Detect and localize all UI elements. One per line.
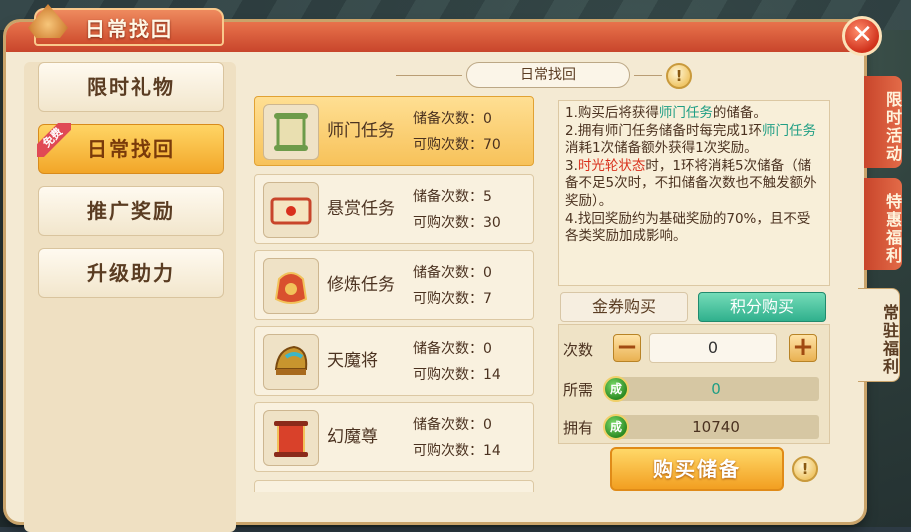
task-name: 师门任务	[327, 121, 395, 141]
desc-line-1: 1.购买后将获得师门任务的储备。	[565, 105, 767, 121]
red-scroll-icon	[263, 410, 319, 466]
bounty-scroll-icon	[263, 182, 319, 238]
window-title: 日常找回	[85, 17, 173, 41]
task-card-huanmozun[interactable]: 幻魔尊 储备次数：0 可购次数：14	[254, 402, 534, 472]
cultivation-pouch-icon	[263, 258, 319, 314]
task-name: 悬赏任务	[327, 199, 395, 219]
title-tab: 日常找回	[28, 4, 224, 46]
menu-item-promotion-reward[interactable]: 推广奖励	[38, 186, 224, 236]
menu-item-limited-gift[interactable]: 限时礼物	[38, 62, 224, 112]
buyable-count: 可购次数：70	[413, 137, 501, 153]
buyable-count: 可购次数：7	[413, 291, 492, 307]
tab-points-purchase[interactable]: 积分购买	[698, 292, 826, 322]
buyable-count: 可购次数：14	[413, 443, 501, 459]
points-coin-icon: 成	[603, 376, 629, 402]
task-name: 修炼任务	[327, 275, 395, 295]
buyable-count: 可购次数：30	[413, 215, 501, 231]
description-box: 1.购买后将获得师门任务的储备。 2.拥有师门任务储备时每完成1环师门任务消耗1…	[558, 100, 830, 286]
menu-item-level-boost[interactable]: 升级助力	[38, 248, 224, 298]
task-card-tianmojiang[interactable]: 天魔将 储备次数：0 可购次数：14	[254, 326, 534, 396]
stored-count: 储备次数：0	[413, 341, 492, 357]
menu-item-label: 推广奖励	[87, 199, 175, 223]
menu-item-label: 升级助力	[87, 261, 175, 285]
demon-helmet-icon	[263, 334, 319, 390]
task-card-bounty[interactable]: 悬赏任务 储备次数：5 可购次数：30	[254, 174, 534, 244]
free-badge: 免费	[37, 123, 71, 157]
own-value: 10740	[613, 415, 819, 439]
task-card-shimen[interactable]: 师门任务 储备次数：0 可购次数：70	[254, 96, 534, 166]
count-input[interactable]: 0	[649, 333, 777, 363]
close-button[interactable]: ✕	[842, 16, 882, 56]
menu-item-label: 限时礼物	[87, 75, 175, 99]
task-name: 幻魔尊	[327, 427, 378, 447]
need-label: 所需	[563, 381, 594, 399]
task-name: 天魔将	[327, 351, 378, 371]
desc-line-2: 2.拥有师门任务储备时每完成1环师门任务消耗1次储备额外获得1次奖励。	[565, 122, 816, 157]
purchase-panel: 次数 − 0 + 所需 0 成 拥有 10740 成	[558, 324, 830, 444]
decrease-button[interactable]: −	[613, 334, 641, 362]
close-icon: ✕	[851, 20, 873, 50]
info-icon[interactable]: !	[792, 456, 818, 482]
tab-gold-purchase[interactable]: 金券购买	[560, 292, 688, 322]
task-card-cultivation[interactable]: 修炼任务 储备次数：0 可购次数：7	[254, 250, 534, 320]
desc-line-3: 3.时光轮状态时，1环将消耗5次储备（储备不足5次时，不扣储备次数也不触发额外奖…	[565, 157, 817, 209]
task-card-partial[interactable]	[254, 480, 534, 492]
info-icon[interactable]: !	[666, 63, 692, 89]
stored-count: 储备次数：0	[413, 417, 492, 433]
left-menu: 限时礼物 免费 日常找回 推广奖励 升级助力	[24, 62, 236, 532]
side-tab-limited-event[interactable]: 限时活动	[864, 76, 902, 168]
buy-reserve-button[interactable]: 购买储备	[610, 447, 784, 491]
menu-item-daily-recovery[interactable]: 免费 日常找回	[37, 123, 224, 174]
side-tab-special-offers[interactable]: 特惠福利	[864, 178, 902, 270]
increase-button[interactable]: +	[789, 334, 817, 362]
own-label: 拥有	[563, 419, 594, 437]
scroll-icon	[263, 104, 319, 160]
stored-count: 储备次数：5	[413, 189, 492, 205]
divider-line	[634, 75, 662, 76]
desc-line-4: 4.找回奖励约为基础奖励的70%，且不受各类奖励加成影响。	[565, 210, 811, 245]
menu-item-label: 日常找回	[87, 137, 175, 161]
count-label: 次数	[563, 341, 594, 359]
points-coin-icon: 成	[603, 414, 629, 440]
side-tab-permanent-welfare[interactable]: 常驻福利	[858, 288, 900, 382]
buyable-count: 可购次数：14	[413, 367, 501, 383]
stored-count: 储备次数：0	[413, 265, 492, 281]
need-value: 0	[613, 377, 819, 401]
stored-count: 储备次数：0	[413, 111, 492, 127]
task-list[interactable]: 师门任务 储备次数：0 可购次数：70 悬赏任务 储备次数：5 可购次数：30 …	[254, 72, 544, 492]
